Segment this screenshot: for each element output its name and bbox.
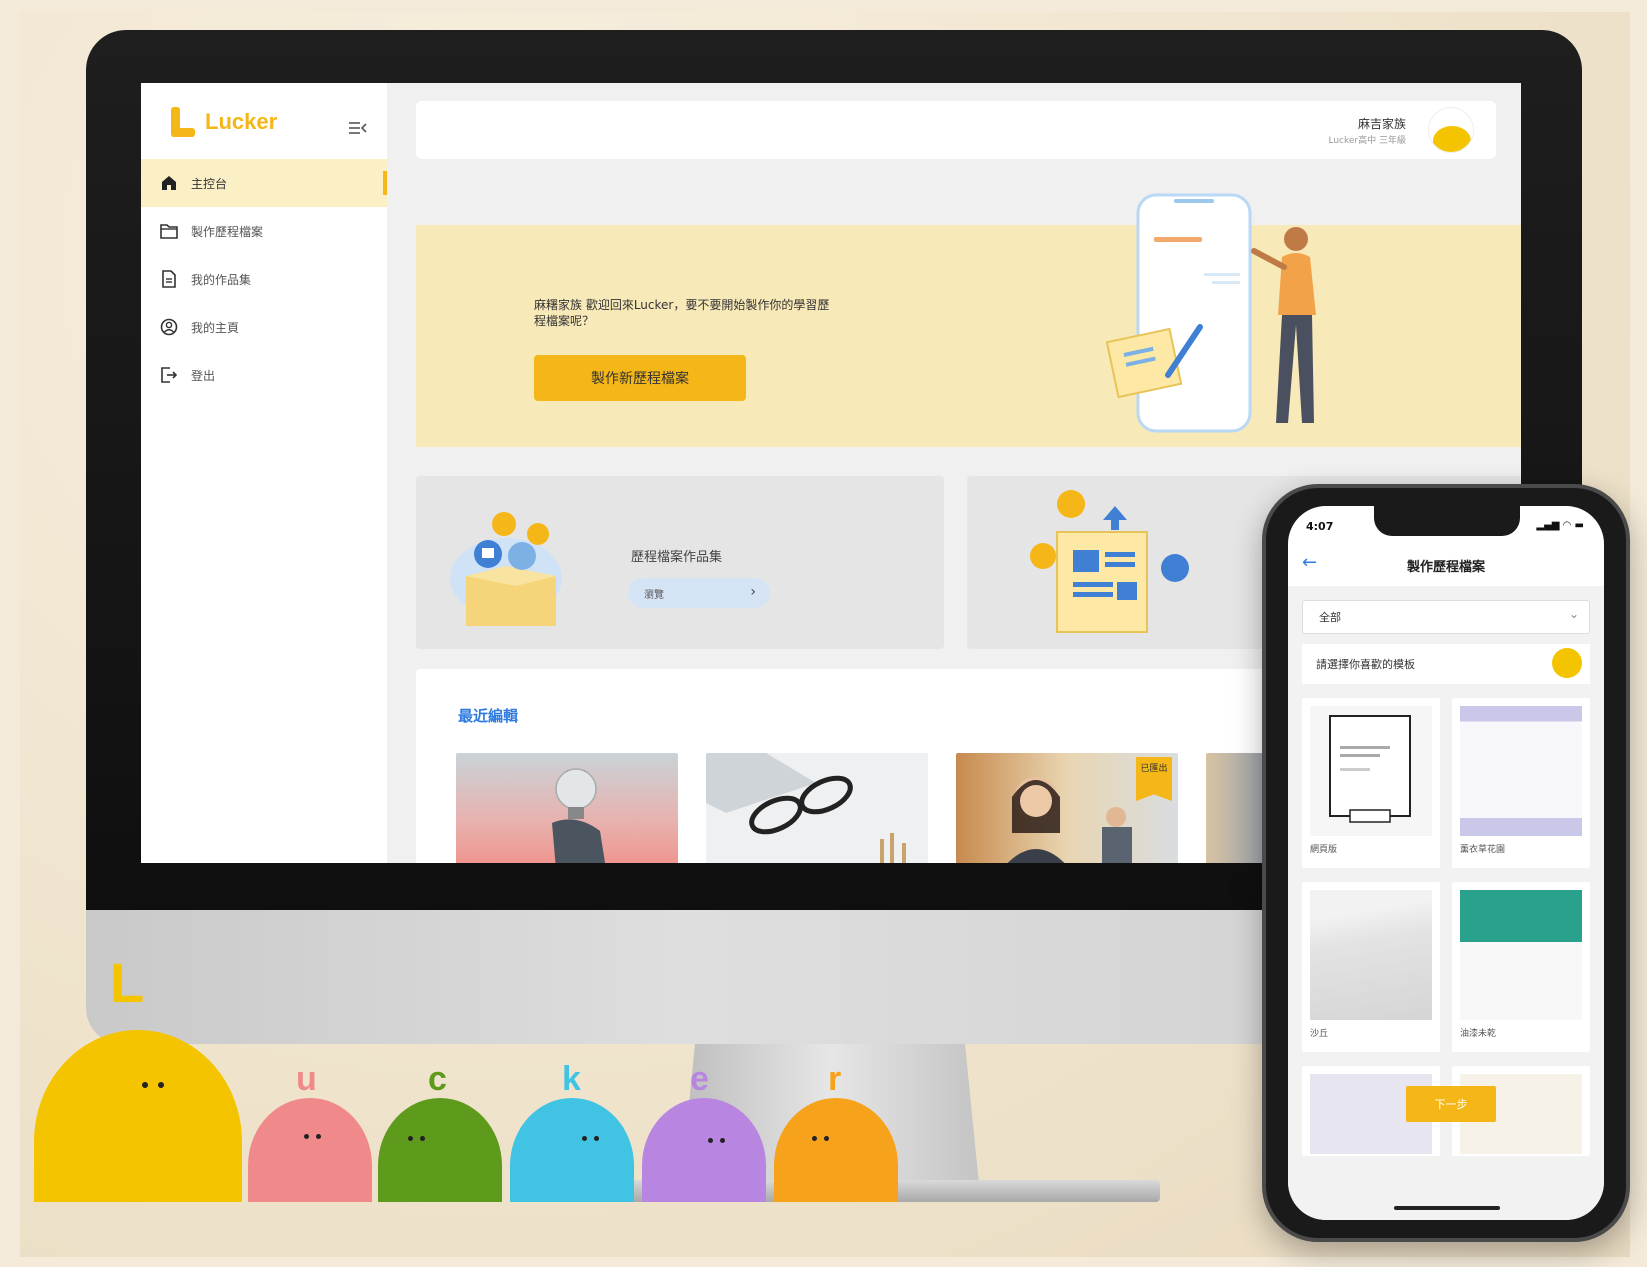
logout-icon	[159, 365, 179, 385]
template-card-dune[interactable]: 沙丘	[1302, 882, 1440, 1052]
recent-title: 最近編輯	[458, 707, 519, 725]
mascot-icon	[1552, 648, 1582, 678]
template-card-wet-paint[interactable]: 油漆未乾	[1452, 882, 1590, 1052]
portfolio-card[interactable]: 歷程檔案作品集 瀏覽 ›	[416, 476, 944, 649]
recent-thumbnail-glasses[interactable]	[706, 753, 928, 863]
mascot-letter: k	[562, 1060, 581, 1098]
mascot-eye	[812, 1136, 817, 1141]
document-icon	[159, 269, 179, 289]
create-portfolio-button[interactable]: 製作新歷程檔案	[534, 355, 746, 401]
sidebar-item-label: 登出	[191, 368, 216, 383]
brand-name: Lucker	[205, 109, 278, 134]
top-bar: 麻吉家族 Lucker高中 三年級	[416, 101, 1496, 159]
sidebar-nav: 主控台 製作歷程檔案 我的作品集 我的主頁 登出	[141, 159, 387, 399]
document-upload-illustration	[1030, 490, 1189, 633]
lightbulb-image	[552, 768, 606, 863]
signal-wifi-battery-icon: ▂▄▆ ◠ ▬	[1536, 520, 1584, 531]
collapse-sidebar-icon[interactable]	[349, 121, 367, 135]
template-filter-value: 全部	[1319, 611, 1341, 624]
welcome-banner: 麻糬家族 歡迎回來Lucker，要不要開始製作你的學習歷程檔案呢？ 製作新歷程檔…	[416, 193, 1521, 447]
welcome-message: 麻糬家族 歡迎回來Lucker，要不要開始製作你的學習歷程檔案呢？	[534, 298, 830, 328]
mascot-eye	[420, 1136, 425, 1141]
lucker-logo-icon	[169, 107, 195, 137]
browse-button-label: 瀏覽	[644, 589, 664, 601]
avatar[interactable]	[1428, 107, 1474, 153]
mobile-screen: 4:07 ▂▄▆ ◠ ▬ ← 製作歷程檔案 全部 ⌄ 請選擇你喜歡的模板 網頁版…	[1288, 506, 1604, 1220]
template-filter-select[interactable]: 全部 ⌄	[1302, 600, 1590, 634]
sidebar-item-label: 製作歷程檔案	[191, 224, 264, 239]
mascot-eye	[304, 1134, 309, 1139]
mobile-content: 全部 ⌄ 請選擇你喜歡的模板 網頁版 薰衣草花園 沙丘 油漆未乾 下一步	[1288, 586, 1604, 1220]
recent-thumbnail-lightbulb[interactable]	[456, 753, 678, 863]
user-name: 麻吉家族	[1357, 117, 1406, 131]
template-card-web[interactable]: 網頁版	[1302, 698, 1440, 868]
mascot-eye	[408, 1136, 413, 1141]
card-title: 歷程檔案作品集	[631, 550, 723, 565]
sidebar: Lucker 主控台 製作歷程檔案 我的作品集 我的主頁 登出	[141, 83, 387, 863]
sidebar-item-label: 我的主頁	[191, 320, 240, 335]
sidebar-item-create-portfolio[interactable]: 製作歷程檔案	[141, 207, 387, 255]
portfolio-box-illustration	[450, 512, 562, 626]
template-prompt: 請選擇你喜歡的模板	[1302, 644, 1590, 684]
template-preview	[1460, 706, 1582, 836]
user-circle-icon	[159, 317, 179, 337]
mascot-eye	[316, 1134, 321, 1139]
chevron-down-icon: ⌄	[1568, 607, 1579, 621]
browse-button[interactable]: 瀏覽 ›	[628, 578, 770, 608]
mascot-letter: u	[296, 1060, 317, 1098]
chevron-right-icon: ›	[750, 584, 756, 600]
template-label: 沙丘	[1310, 1029, 1329, 1039]
mascot-letter: L	[110, 951, 145, 1014]
sidebar-item-label: 我的作品集	[191, 272, 252, 287]
user-school-grade: Lucker高中 三年級	[1328, 136, 1407, 146]
mascot-letter: c	[428, 1060, 447, 1098]
mascot-letter: e	[690, 1060, 709, 1098]
home-indicator	[1394, 1206, 1500, 1210]
mascot-eye	[720, 1138, 725, 1143]
template-label: 網頁版	[1310, 845, 1338, 855]
mascot-eye	[824, 1136, 829, 1141]
sidebar-item-dashboard[interactable]: 主控台	[141, 159, 387, 207]
mobile-page-title: 製作歷程檔案	[1406, 560, 1485, 575]
recent-thumbnail-student[interactable]: 已匯出	[956, 753, 1178, 863]
template-preview	[1460, 890, 1582, 1020]
glasses-image	[706, 753, 906, 863]
template-label: 薰衣草花園	[1460, 845, 1506, 855]
template-prompt-text: 請選擇你喜歡的模板	[1316, 658, 1415, 671]
template-preview	[1310, 706, 1432, 836]
template-label: 油漆未乾	[1460, 1029, 1497, 1039]
mascot-eye	[708, 1138, 713, 1143]
next-button[interactable]: 下一步	[1406, 1086, 1496, 1122]
mascot-letter: r	[828, 1060, 842, 1098]
mascot-eye	[582, 1136, 587, 1141]
sidebar-item-label: 主控台	[191, 176, 228, 191]
sidebar-item-logout[interactable]: 登出	[141, 351, 387, 399]
sidebar-item-my-homepage[interactable]: 我的主頁	[141, 303, 387, 351]
mobile-phone: 4:07 ▂▄▆ ◠ ▬ ← 製作歷程檔案 全部 ⌄ 請選擇你喜歡的模板 網頁版…	[1262, 484, 1630, 1242]
mascot-eye	[158, 1082, 164, 1088]
template-card-lavender[interactable]: 薰衣草花園	[1452, 698, 1590, 868]
template-preview	[1310, 890, 1432, 1020]
status-time: 4:07	[1306, 520, 1334, 533]
sidebar-item-my-works[interactable]: 我的作品集	[141, 255, 387, 303]
phone-illustration	[1105, 193, 1316, 433]
exported-badge-label: 已匯出	[1140, 764, 1168, 774]
mascot-eye	[142, 1082, 148, 1088]
mascot-eye	[594, 1136, 599, 1141]
brand-logo[interactable]: Lucker	[169, 107, 277, 137]
folder-icon	[159, 221, 179, 241]
recent-thumbnail-classroom[interactable]	[1206, 753, 1266, 863]
home-icon	[159, 173, 179, 193]
phone-notch	[1374, 506, 1520, 536]
